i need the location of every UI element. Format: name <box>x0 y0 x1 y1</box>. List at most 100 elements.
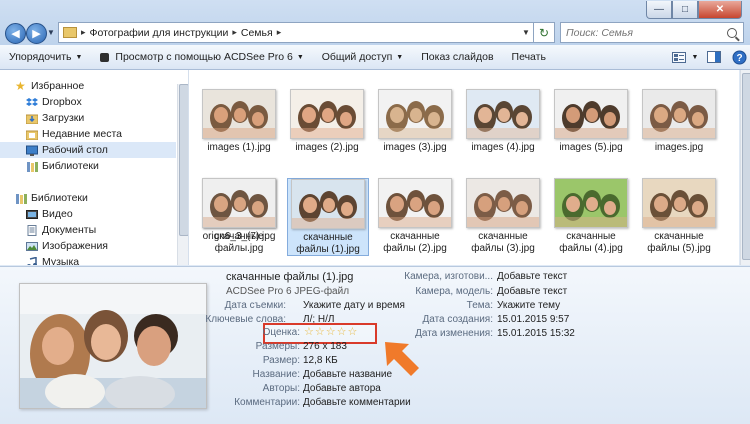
help-icon[interactable]: ? <box>728 47 750 67</box>
search-box[interactable] <box>560 22 744 43</box>
image-thumbnail <box>290 89 364 139</box>
file-tile[interactable]: скачанные файлы (1).jpg <box>287 178 369 256</box>
label-rating: Оценка: <box>262 327 300 338</box>
nav-images-label: Изображения <box>42 240 108 252</box>
star-icon[interactable]: ☆ <box>304 325 314 338</box>
nav-documents[interactable]: Документы <box>26 222 188 238</box>
view-dropdown-icon[interactable]: ▼ <box>690 47 700 67</box>
image-thumbnail <box>642 178 716 228</box>
file-tile[interactable]: скачанные файлы.jpg <box>199 178 279 254</box>
file-tile[interactable]: images.jpg <box>639 89 719 154</box>
search-icon[interactable] <box>727 27 737 38</box>
breadcrumb-separator-icon[interactable]: ▸ <box>81 27 86 38</box>
value-camera-model[interactable]: Добавьте текст <box>497 286 567 297</box>
dropbox-icon <box>26 97 38 108</box>
address-dropdown-icon[interactable]: ▼ <box>519 28 533 37</box>
value-date-modified: 15.01.2015 15:32 <box>497 328 575 339</box>
file-tile[interactable]: images (4).jpg <box>463 89 543 154</box>
file-name-label: images.jpg <box>654 142 704 153</box>
rating-stars[interactable]: ☆ ☆ ☆ ☆ ☆ <box>304 325 358 338</box>
breadcrumb-separator-icon[interactable]: ▸ <box>232 27 237 38</box>
value-size: 12,8 КБ <box>303 355 338 366</box>
close-icon[interactable]: ✕ <box>698 1 742 19</box>
nav-video[interactable]: Видео <box>26 206 188 222</box>
nav-dropbox[interactable]: Dropbox <box>26 94 188 110</box>
pointer-arrow-annotation <box>383 340 423 383</box>
search-input[interactable] <box>561 25 718 40</box>
open-with-acdsee-button[interactable]: Просмотр с помощью ACDSee Pro 6 ▼ <box>91 45 312 69</box>
nav-libraries[interactable]: Библиотеки <box>15 190 188 206</box>
file-tile[interactable]: images (2).jpg <box>287 89 367 154</box>
nav-libraries-favorite[interactable]: Библиотеки <box>26 158 188 174</box>
star-icon[interactable]: ☆ <box>337 325 347 338</box>
breadcrumb-separator-icon[interactable]: ▸ <box>277 27 282 38</box>
slideshow-button[interactable]: Показ слайдов <box>412 45 502 69</box>
file-name-label: скачанные файлы (3).jpg <box>471 231 535 254</box>
pictures-library-icon <box>26 241 38 252</box>
label-camera-model: Камера, модель: <box>415 286 493 297</box>
nav-recent-places[interactable]: Недавние места <box>25 126 188 142</box>
file-tile[interactable]: images (1).jpg <box>199 89 279 154</box>
content-scrollbar[interactable] <box>740 70 750 265</box>
downloads-folder-icon <box>25 113 39 124</box>
file-tile[interactable]: скачанные файлы (3).jpg <box>463 178 543 254</box>
image-thumbnail <box>378 89 452 139</box>
nav-music-label: Музыка <box>42 256 80 265</box>
back-arrow-icon[interactable]: ◀ <box>5 23 26 44</box>
value-subject[interactable]: Укажите тему <box>497 300 560 311</box>
refresh-icon[interactable]: ↻ <box>533 23 554 42</box>
view-options-icon[interactable] <box>668 47 690 67</box>
svg-text:?: ? <box>736 53 742 64</box>
nav-downloads[interactable]: Загрузки <box>25 110 188 126</box>
chevron-down-icon: ▼ <box>296 53 304 61</box>
scrollbar-thumb[interactable] <box>179 84 188 236</box>
minimize-icon[interactable]: — <box>646 1 672 19</box>
nav-scrollbar[interactable] <box>177 84 188 265</box>
scrollbar-thumb[interactable] <box>742 73 750 260</box>
nav-dropbox-label: Dropbox <box>42 96 82 108</box>
nav-favorites-label: Избранное <box>31 80 85 92</box>
share-button[interactable]: Общий доступ ▼ <box>313 45 412 69</box>
star-icon: ★ <box>15 78 26 93</box>
file-name-label: images (4).jpg <box>471 142 535 153</box>
preview-pane-icon[interactable] <box>703 47 725 67</box>
nav-music[interactable]: Музыка <box>26 254 188 265</box>
image-thumbnail <box>466 89 540 139</box>
nav-images[interactable]: Изображения <box>26 238 188 254</box>
organize-button[interactable]: Упорядочить ▼ <box>0 45 91 69</box>
nav-libraries-label: Библиотеки <box>31 192 88 204</box>
file-tile[interactable]: images (3).jpg <box>375 89 455 154</box>
video-library-icon <box>26 209 38 220</box>
nav-documents-label: Документы <box>42 224 97 236</box>
recent-pages-dropdown-icon[interactable]: ▼ <box>47 28 55 37</box>
breadcrumb-item-current[interactable]: Семья <box>241 27 273 39</box>
details-file-name: скачанные файлы (1).jpg <box>226 271 354 283</box>
chevron-down-icon: ▼ <box>396 53 404 61</box>
file-tile[interactable]: скачанные файлы (2).jpg <box>375 178 455 254</box>
file-tile[interactable]: скачанные файлы (4).jpg <box>551 178 631 254</box>
label-comments: Комментарии: <box>234 397 300 408</box>
value-date-taken[interactable]: Укажите дату и время <box>303 300 405 311</box>
nav-desktop[interactable]: Рабочий стол <box>0 142 176 158</box>
star-icon[interactable]: ☆ <box>315 325 325 338</box>
libraries-icon <box>15 193 27 204</box>
address-bar[interactable]: ▸ Фотографии для инструкции ▸ Семья ▸ ▼ … <box>58 22 555 43</box>
value-comments[interactable]: Добавьте комментарии <box>303 397 411 408</box>
maximize-icon[interactable]: □ <box>672 1 698 19</box>
value-dimensions: 276 x 183 <box>303 341 347 352</box>
image-thumbnail <box>202 89 276 139</box>
value-camera-maker[interactable]: Добавьте текст <box>497 271 567 282</box>
details-file-type: ACDSee Pro 6 JPEG-файл <box>226 286 350 297</box>
value-title[interactable]: Добавьте название <box>303 369 392 380</box>
forward-arrow-icon[interactable]: ▶ <box>26 23 47 44</box>
star-icon[interactable]: ☆ <box>348 325 358 338</box>
value-authors[interactable]: Добавьте автора <box>303 383 381 394</box>
nav-favorites[interactable]: ★ Избранное <box>15 78 188 94</box>
music-library-icon <box>26 256 38 265</box>
print-button[interactable]: Печать <box>503 45 555 69</box>
print-label: Печать <box>511 51 546 63</box>
file-tile[interactable]: images (5).jpg <box>551 89 631 154</box>
star-icon[interactable]: ☆ <box>326 325 336 338</box>
file-tile[interactable]: скачанные файлы (5).jpg <box>639 178 719 254</box>
breadcrumb-item[interactable]: Фотографии для инструкции <box>90 27 229 39</box>
